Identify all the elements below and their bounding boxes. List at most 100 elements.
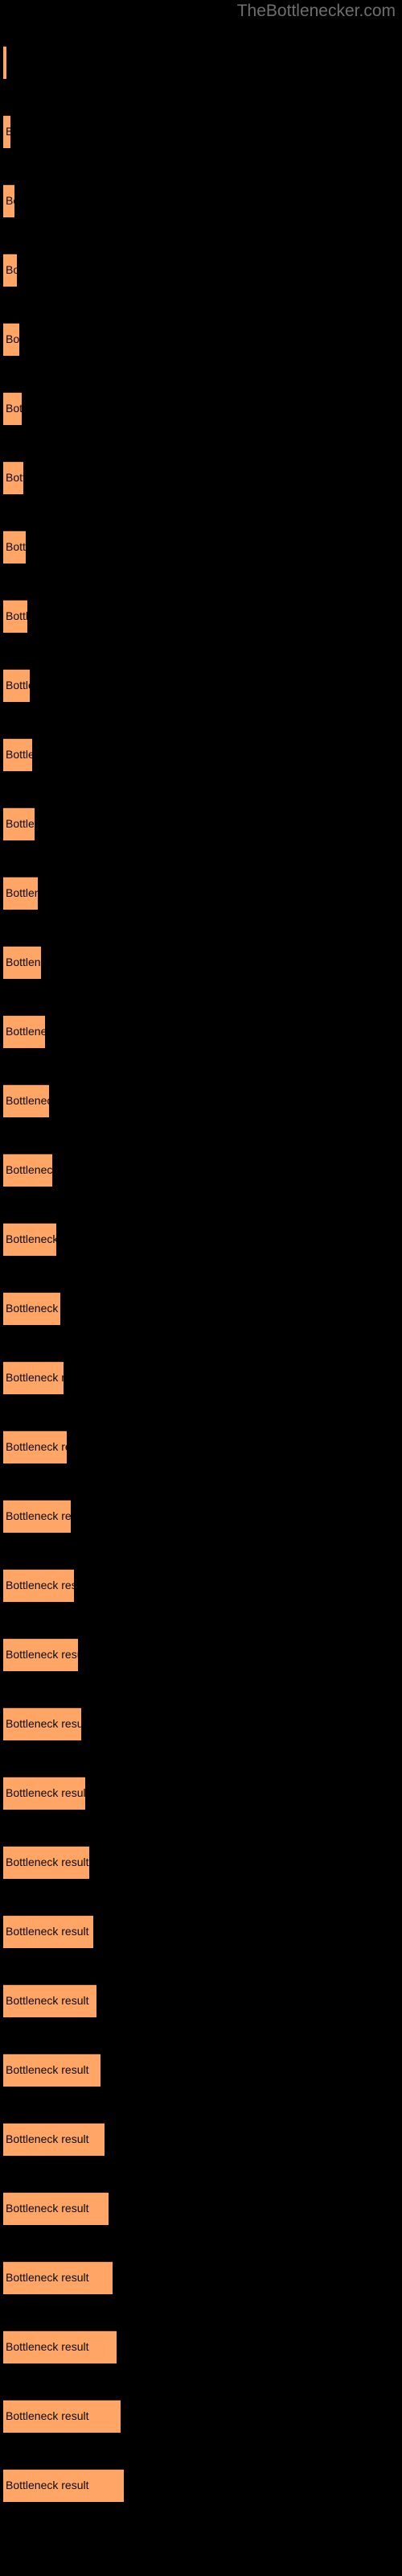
bar-label: Bottleneck result	[6, 1025, 45, 1038]
bar-label: Bottleneck result	[6, 2479, 89, 2491]
bar-label-clip: Bottleneck result	[3, 1292, 60, 1325]
bar-label: Bottleneck result	[6, 1994, 89, 2007]
bar-label: Bottleneck result	[6, 471, 23, 484]
bar-row: Bottleneck result	[3, 1361, 64, 1394]
bar-label: Bottleneck result	[6, 1786, 85, 1799]
bar-label: Bottleneck result	[6, 1648, 78, 1661]
bar-row: Bottleneck result	[3, 1915, 93, 1948]
bar-row: Bottleneck result	[3, 1777, 85, 1810]
bar-label: Bottleneck result	[6, 1717, 81, 1730]
bar-row: Bottleneck result	[3, 254, 17, 287]
bar-row: Bottleneck result	[3, 946, 41, 979]
bar-label-clip: Bottleneck result	[3, 2400, 121, 2433]
bar-row: Bottleneck result	[3, 184, 14, 217]
bar-row: Bottleneck result	[3, 1015, 45, 1048]
bar-label: Bottleneck result	[6, 2063, 89, 2076]
bar-label: Bottleneck result	[6, 1371, 64, 1384]
bar-label-clip: Bottleneck result	[3, 1569, 74, 1602]
bar-row: Bottleneck result	[3, 1292, 60, 1325]
bar-label-clip: Bottleneck result	[3, 392, 22, 425]
bar-row: Bottleneck result	[3, 1430, 67, 1463]
bar-label: Bottleneck result	[6, 1302, 60, 1315]
bar-label-clip: Bottleneck result	[3, 1846, 89, 1879]
bar-row: Bottleneck result	[3, 115, 10, 148]
bar-label-clip: Bottleneck result	[3, 807, 35, 840]
bar-label: Bottleneck result	[6, 2271, 89, 2284]
bar-label-clip: Bottleneck result	[3, 946, 41, 979]
bar-label: Bottleneck result	[6, 1509, 71, 1522]
bar-label-clip: Bottleneck result	[3, 1361, 64, 1394]
bar-label-clip: Bottleneck result	[3, 2123, 105, 2156]
bar-row: Bottleneck result	[3, 1984, 96, 2017]
bar-label-clip: Bottleneck result	[3, 2192, 109, 2225]
bar-label: Bottleneck result	[6, 1440, 67, 1453]
bar-row: Bottleneck result	[3, 1084, 49, 1117]
bar-label-clip: Bottleneck result	[3, 2469, 124, 2502]
bar-label: Bottleneck result	[6, 817, 35, 830]
bar-label-clip: Bottleneck result	[3, 2261, 113, 2294]
bar-label-clip: Bottleneck result	[3, 1707, 81, 1740]
bar-label-clip: Bottleneck result	[3, 600, 27, 633]
bar-label-clip: Bottleneck result	[3, 254, 17, 287]
bar-row: Bottleneck result	[3, 600, 27, 633]
bar-label-clip: Bottleneck result	[3, 2330, 117, 2363]
bar-row: Bottleneck result	[3, 530, 26, 564]
bar-label: Bottleneck result	[6, 2202, 89, 2215]
bar-label: Bottleneck result	[6, 956, 41, 968]
bar-label: Bottleneck result	[6, 1925, 89, 1938]
bar-row: Bottleneck result	[3, 1846, 89, 1879]
bar-label-clip: Bottleneck result	[3, 184, 14, 217]
bar-label: Bottleneck result	[6, 609, 27, 622]
bar-label: Bottleneck result	[6, 125, 10, 138]
bar-row: Bottleneck result	[3, 1154, 52, 1187]
bar-label-clip: Bottleneck result	[3, 46, 6, 79]
bar-label: Bottleneck result	[6, 1579, 74, 1591]
bar-label: Bottleneck result	[6, 679, 30, 691]
bar-label: Bottleneck result	[6, 2409, 89, 2422]
bar-label: Bottleneck result	[6, 402, 22, 415]
bar-row: Bottleneck result	[3, 669, 30, 702]
bar-row: Bottleneck result	[3, 2261, 113, 2294]
bar-label-clip: Bottleneck result	[3, 1500, 71, 1533]
bar-row: Bottleneck result	[3, 1638, 78, 1671]
bar-label-clip: Bottleneck result	[3, 877, 38, 910]
bar-row: Bottleneck result	[3, 1569, 74, 1602]
bar-label: Bottleneck result	[6, 540, 26, 553]
bar-label-clip: Bottleneck result	[3, 323, 19, 356]
bar-row: Bottleneck result	[3, 738, 32, 771]
bar-row: Bottleneck result	[3, 877, 38, 910]
bar-row: Bottleneck result	[3, 2192, 109, 2225]
bar-row: Bottleneck result	[3, 1223, 56, 1256]
bar-label-clip: Bottleneck result	[3, 1915, 93, 1948]
bar-label-clip: Bottleneck result	[3, 1084, 49, 1117]
bar-label-clip: Bottleneck result	[3, 1777, 85, 1810]
bar-label-clip: Bottleneck result	[3, 1154, 52, 1187]
bar-label-clip: Bottleneck result	[3, 1984, 96, 2017]
bar-label-clip: Bottleneck result	[3, 1638, 78, 1671]
bar-row: Bottleneck result	[3, 1707, 81, 1740]
bar-label-clip: Bottleneck result	[3, 738, 32, 771]
bottleneck-bar-chart: Bottleneck result Bottleneck result Bottle…	[0, 0, 402, 2576]
bar-label: Bottleneck result	[6, 886, 38, 899]
bar-row: Bottleneck result	[3, 2469, 124, 2502]
bar-label: Bottleneck result	[6, 2340, 89, 2353]
bar-label-clip: Bottleneck result	[3, 1223, 56, 1256]
bar-label: Bottleneck result	[6, 2132, 89, 2145]
bar-label: Bottleneck result	[6, 332, 19, 345]
bar-row: Bottleneck result	[3, 461, 23, 494]
bar-row: Bottleneck result	[3, 1500, 71, 1533]
bar-row: Bottleneck result	[3, 807, 35, 840]
bar-label-clip: Bottleneck result	[3, 1430, 67, 1463]
bar-row: Bottleneck result	[3, 2123, 105, 2156]
bar-label: Bottleneck result	[6, 263, 17, 276]
bar-label: Bottleneck result	[6, 1856, 89, 1868]
bar-row: Bottleneck result	[3, 2054, 100, 2087]
bar-label-clip: Bottleneck result	[3, 115, 10, 148]
bar-row: Bottleneck result	[3, 323, 19, 356]
bar-row: Bottleneck result	[3, 2330, 117, 2363]
bar-row: Bottleneck result	[3, 392, 22, 425]
bar-label: Bottleneck result	[6, 1094, 49, 1107]
bar-label-clip: Bottleneck result	[3, 1015, 45, 1048]
bar-label-clip: Bottleneck result	[3, 2054, 100, 2087]
bar-label-clip: Bottleneck result	[3, 530, 26, 564]
